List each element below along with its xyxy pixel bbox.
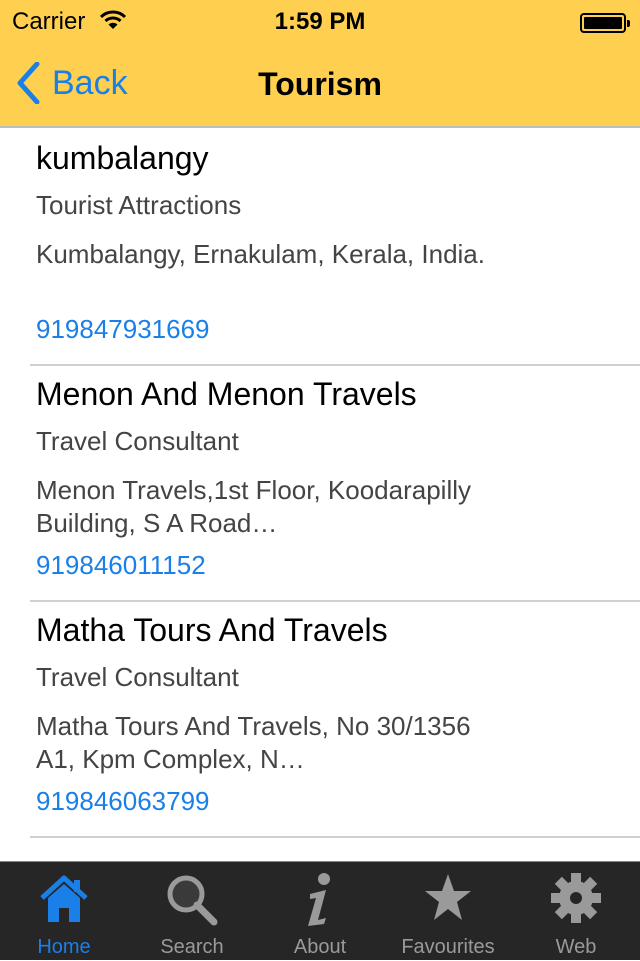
listing-category: Travel Consultant xyxy=(36,426,239,456)
status-bar: Carrier 1:59 PM xyxy=(0,0,640,40)
tab-favourites[interactable]: Favourites xyxy=(384,862,512,961)
listing-list: kumbalangy Tourist Attractions Kumbalang… xyxy=(0,130,640,838)
search-icon xyxy=(128,872,256,932)
gear-icon xyxy=(512,872,640,932)
list-item[interactable]: kumbalangy Tourist Attractions Kumbalang… xyxy=(30,130,640,366)
info-icon xyxy=(256,872,384,932)
tab-search[interactable]: Search xyxy=(128,862,256,961)
status-time: 1:59 PM xyxy=(274,8,366,35)
listing-name: Menon And Menon Travels xyxy=(36,376,417,412)
header: Carrier 1:59 PM Back Tourism xyxy=(0,0,640,128)
navigation-bar: Back Tourism xyxy=(0,40,640,128)
back-button[interactable]: Back xyxy=(16,62,128,104)
tab-label: About xyxy=(293,936,347,958)
listing-phone-link[interactable]: 919847931669 xyxy=(36,314,210,345)
list-item[interactable]: Matha Tours And Travels Travel Consultan… xyxy=(30,602,640,838)
tab-home[interactable]: Home xyxy=(0,862,128,961)
back-label: Back xyxy=(52,63,128,102)
tab-bar: Home Search About Favourites Web xyxy=(0,861,640,960)
listing-address: Matha Tours And Travels, No 30/1356 A1, … xyxy=(36,711,471,774)
tab-label: Favourites xyxy=(401,936,495,958)
tab-about[interactable]: About xyxy=(256,862,384,961)
listing-category: Tourist Attractions xyxy=(36,190,242,220)
listing-phone-link[interactable]: 919846063799 xyxy=(36,786,210,817)
listing-address: Menon Travels,1st Floor, Koodarapilly Bu… xyxy=(36,475,471,538)
star-icon xyxy=(384,872,512,932)
tab-label: Search xyxy=(160,936,224,958)
home-icon xyxy=(0,872,128,932)
tab-label: Web xyxy=(555,936,597,958)
listing-phone-link[interactable]: 919846011152 xyxy=(36,550,206,581)
listing-name: kumbalangy xyxy=(36,140,209,176)
battery-icon xyxy=(580,13,630,33)
listing-category: Travel Consultant xyxy=(36,662,239,692)
tab-label: Home xyxy=(37,936,91,958)
listing-address: Kumbalangy, Ernakulam, Kerala, India. xyxy=(36,239,485,269)
listing-name: Matha Tours And Travels xyxy=(36,612,388,648)
tab-web[interactable]: Web xyxy=(512,862,640,961)
chevron-left-icon xyxy=(17,62,40,104)
list-item[interactable]: Menon And Menon Travels Travel Consultan… xyxy=(30,366,640,602)
